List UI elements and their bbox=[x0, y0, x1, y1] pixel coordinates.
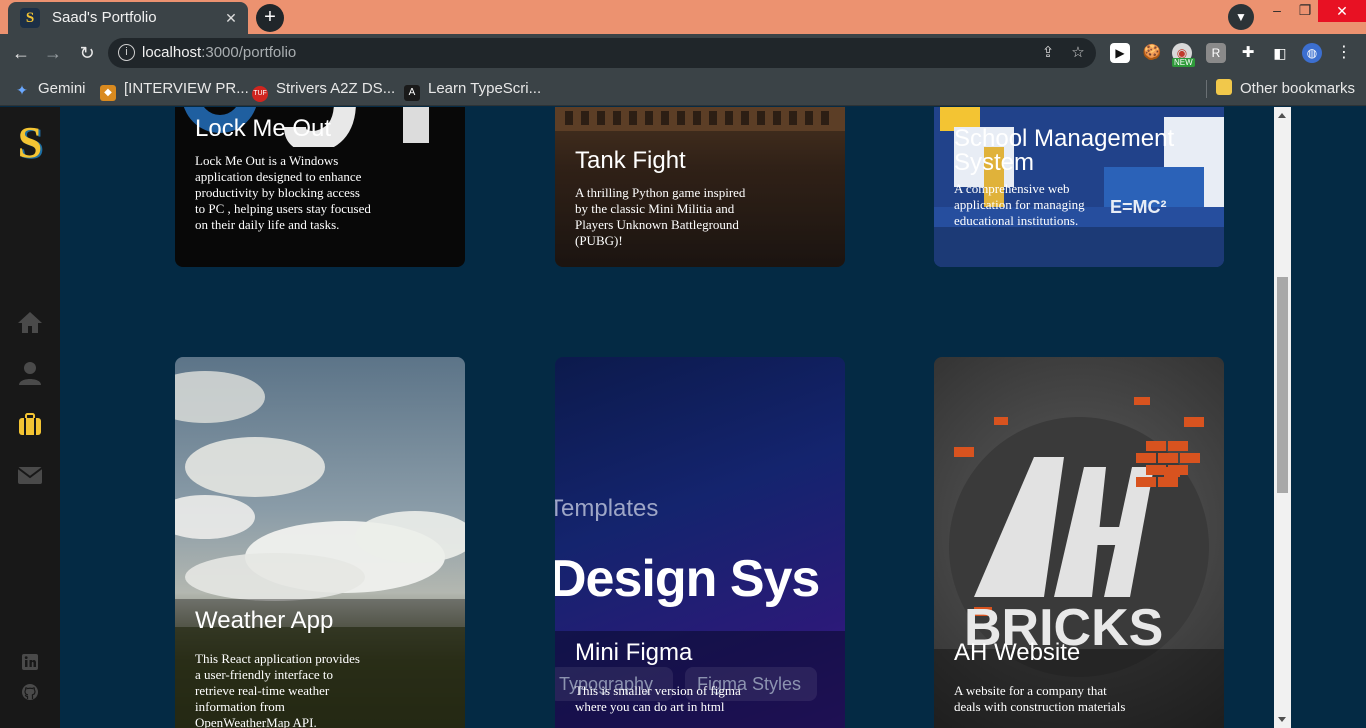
new-tab-button[interactable]: + bbox=[256, 4, 284, 32]
bookmark-gemini[interactable]: ✦ Gemini bbox=[14, 79, 85, 99]
project-card-tank-fight[interactable]: Tank Fight A thrilling Python game inspi… bbox=[555, 107, 845, 267]
project-description: This is smaller version of figma where y… bbox=[575, 683, 741, 714]
project-title: School Management System bbox=[954, 125, 1175, 176]
interview-icon: ◆ bbox=[100, 85, 116, 101]
address-bar[interactable]: i localhost:3000/portfolio ⇪ ☆ bbox=[108, 38, 1096, 68]
envelope-icon[interactable] bbox=[15, 460, 45, 490]
bookmark-strivers[interactable]: TUF Strivers A2Z DS... bbox=[252, 79, 395, 102]
project-description: Lock Me Out is a Windows application des… bbox=[195, 153, 371, 232]
folder-icon bbox=[1216, 79, 1232, 95]
r-extension-icon[interactable]: R bbox=[1206, 43, 1226, 63]
project-title: Mini Figma bbox=[575, 639, 693, 666]
briefcase-icon[interactable] bbox=[15, 409, 45, 439]
forward-button[interactable]: → bbox=[40, 40, 66, 66]
youtube-extension-icon[interactable]: ▶ bbox=[1110, 43, 1130, 63]
project-card-weather-app[interactable]: Weather App This React application provi… bbox=[175, 357, 465, 728]
profile-avatar[interactable]: ◍ bbox=[1302, 43, 1322, 63]
browser-tab[interactable]: S Saad's Portfolio ✕ bbox=[8, 2, 248, 34]
page-right-margin bbox=[1291, 107, 1366, 728]
side-panel-icon[interactable]: ◧ bbox=[1270, 43, 1290, 63]
project-description: A thrilling Python game inspired by the … bbox=[575, 185, 746, 248]
site-info-icon[interactable]: i bbox=[118, 44, 135, 61]
close-tab-icon[interactable]: ✕ bbox=[220, 7, 242, 29]
extensions-puzzle-icon[interactable]: ✚ bbox=[1238, 43, 1258, 63]
share-icon[interactable]: ⇪ bbox=[1038, 43, 1058, 63]
page-scrollbar[interactable] bbox=[1274, 107, 1291, 728]
site-favicon: S bbox=[20, 8, 40, 28]
restore-button[interactable]: ❐ bbox=[1290, 0, 1320, 30]
home-icon[interactable] bbox=[15, 307, 45, 337]
gemini-icon: ✦ bbox=[16, 82, 28, 98]
linkedin-icon[interactable] bbox=[21, 653, 39, 671]
project-description: A comprehensive web application for mana… bbox=[954, 181, 1085, 228]
project-title: Weather App bbox=[195, 607, 334, 634]
browser-toolbar: ← → ↻ i localhost:3000/portfolio ⇪ ☆ ▶ 🍪… bbox=[0, 34, 1366, 72]
project-title: AH Website bbox=[954, 639, 1081, 666]
close-window-button[interactable]: ✕ bbox=[1318, 0, 1366, 22]
ah-bricks-logo-image: BRICKS bbox=[934, 397, 1224, 728]
project-card-mini-figma[interactable]: Templates Design Sys Typography Figma St… bbox=[555, 357, 845, 728]
templates-text: Templates bbox=[555, 495, 659, 522]
reload-button[interactable]: ↻ bbox=[74, 40, 100, 66]
browser-titlebar: S Saad's Portfolio ✕ + ▼ – ❐ ✕ bbox=[0, 0, 1366, 34]
project-title: Tank Fight bbox=[575, 147, 686, 174]
minimize-button[interactable]: – bbox=[1262, 0, 1292, 30]
design-system-text: Design Sys bbox=[555, 550, 820, 608]
other-bookmarks-folder[interactable]: Other bookmarks bbox=[1216, 79, 1355, 99]
project-card-school-management[interactable]: E=MC² School Management System A compreh… bbox=[934, 107, 1224, 267]
typescript-icon: A bbox=[404, 85, 420, 101]
user-icon[interactable] bbox=[15, 358, 45, 388]
back-button[interactable]: ← bbox=[8, 40, 34, 66]
project-description: This React application provides a user-f… bbox=[195, 651, 360, 728]
url-text[interactable]: localhost:3000/portfolio bbox=[142, 44, 296, 61]
scrollbar-thumb[interactable] bbox=[1277, 277, 1288, 493]
new-badge: NEW bbox=[1172, 58, 1195, 67]
scroll-down-arrow-icon[interactable] bbox=[1278, 717, 1286, 722]
sidebar: S bbox=[0, 107, 60, 728]
site-logo[interactable]: S bbox=[14, 121, 46, 165]
tuf-icon: TUF bbox=[252, 86, 268, 102]
project-title: Lock Me Out bbox=[195, 115, 332, 142]
tab-title: Saad's Portfolio bbox=[52, 9, 157, 26]
scroll-up-arrow-icon[interactable] bbox=[1278, 113, 1286, 118]
bookmark-typescript[interactable]: A Learn TypeScri... bbox=[404, 79, 541, 101]
github-icon[interactable] bbox=[21, 683, 39, 701]
cookie-extension-icon[interactable]: 🍪 bbox=[1142, 43, 1162, 63]
browser-menu-icon[interactable]: ⋮ bbox=[1334, 43, 1354, 63]
bookmarks-separator bbox=[1206, 80, 1207, 98]
project-description: A website for a company that deals with … bbox=[954, 683, 1126, 714]
portfolio-page: S Lock Me Out Lock Me Out is a Windows a… bbox=[0, 107, 1366, 728]
bookmarks-bar: ✦ Gemini ◆ [INTERVIEW PR... TUF Strivers A2… bbox=[0, 72, 1366, 106]
bookmark-interview[interactable]: ◆ [INTERVIEW PR... bbox=[100, 79, 249, 101]
bookmark-star-icon[interactable]: ☆ bbox=[1068, 43, 1088, 63]
project-card-lock-me-out[interactable]: Lock Me Out Lock Me Out is a Windows app… bbox=[175, 107, 465, 267]
tab-search-button[interactable]: ▼ bbox=[1228, 4, 1254, 30]
project-card-ah-website[interactable]: BRICKS AH Website A website for a compan… bbox=[934, 357, 1224, 728]
